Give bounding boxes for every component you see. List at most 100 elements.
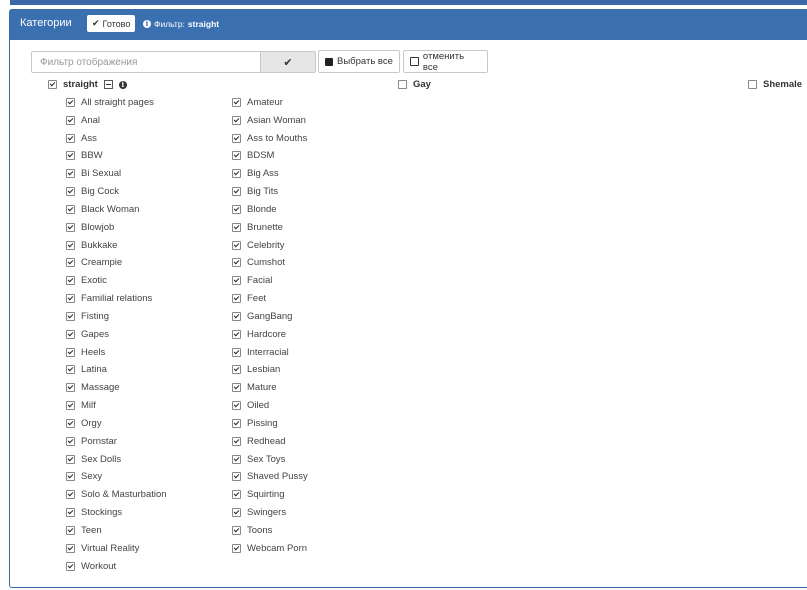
list-item[interactable]: Asian Woman	[232, 115, 306, 126]
item-checkbox[interactable]	[66, 525, 75, 535]
item-checkbox[interactable]	[232, 98, 241, 107]
item-checkbox[interactable]	[66, 454, 75, 464]
item-checkbox[interactable]	[232, 454, 241, 464]
list-item[interactable]: Swingers	[232, 507, 286, 518]
group-checkbox-straight[interactable]	[48, 80, 57, 89]
list-item[interactable]: Bukkake	[66, 240, 117, 251]
list-item[interactable]: Celebrity	[232, 240, 285, 251]
item-checkbox[interactable]	[66, 187, 75, 197]
list-item[interactable]: Lesbian	[232, 364, 280, 375]
item-checkbox[interactable]	[66, 383, 75, 393]
list-item[interactable]: Ass to Mouths	[232, 133, 307, 144]
filter-input[interactable]	[31, 51, 261, 73]
item-checkbox[interactable]	[232, 169, 241, 179]
item-checkbox[interactable]	[66, 508, 75, 518]
list-item[interactable]: Teen	[66, 525, 102, 536]
list-item[interactable]: Massage	[66, 382, 120, 393]
item-checkbox[interactable]	[232, 490, 241, 500]
item-checkbox[interactable]	[232, 543, 241, 553]
list-item[interactable]: BBW	[66, 150, 103, 161]
list-item[interactable]: Squirting	[232, 489, 285, 500]
list-item[interactable]: Pissing	[232, 418, 278, 429]
item-checkbox[interactable]	[66, 133, 75, 143]
item-checkbox[interactable]	[232, 508, 241, 518]
item-checkbox[interactable]	[66, 294, 75, 304]
list-item[interactable]: Milf	[66, 400, 96, 411]
item-checkbox[interactable]	[232, 258, 241, 268]
list-item[interactable]: Virtual Reality	[66, 543, 139, 554]
list-item[interactable]: BDSM	[232, 150, 274, 161]
list-item[interactable]: Ass	[66, 133, 97, 144]
item-checkbox[interactable]	[66, 347, 75, 357]
item-checkbox[interactable]	[66, 169, 75, 179]
item-checkbox[interactable]	[232, 222, 241, 232]
collapse-icon[interactable]	[103, 80, 113, 89]
item-checkbox[interactable]	[66, 222, 75, 232]
item-checkbox[interactable]	[232, 472, 241, 482]
item-checkbox[interactable]	[66, 543, 75, 553]
item-checkbox[interactable]	[66, 240, 75, 250]
list-item[interactable]: Shaved Pussy	[232, 471, 308, 482]
item-checkbox[interactable]	[232, 401, 241, 411]
item-checkbox[interactable]	[66, 98, 75, 107]
item-checkbox[interactable]	[66, 418, 75, 428]
list-item[interactable]: GangBang	[232, 311, 292, 322]
group-checkbox-shemale[interactable]	[748, 80, 757, 89]
list-item[interactable]: Redhead	[232, 436, 286, 447]
item-checkbox[interactable]	[66, 151, 75, 161]
list-item[interactable]: Bi Sexual	[66, 168, 121, 179]
item-checkbox[interactable]	[66, 258, 75, 268]
item-checkbox[interactable]	[66, 329, 75, 339]
list-item[interactable]: Heels	[66, 347, 105, 358]
list-item[interactable]: All straight pages	[66, 97, 154, 108]
item-checkbox[interactable]	[66, 204, 75, 214]
item-checkbox[interactable]	[232, 365, 241, 375]
item-checkbox[interactable]	[232, 311, 241, 321]
list-item[interactable]: Exotic	[66, 275, 107, 286]
list-item[interactable]: Sex Dolls	[66, 454, 121, 465]
list-item[interactable]: Sex Toys	[232, 454, 285, 465]
item-checkbox[interactable]	[232, 240, 241, 250]
item-checkbox[interactable]	[66, 472, 75, 482]
list-item[interactable]: Brunette	[232, 222, 283, 233]
item-checkbox[interactable]	[232, 204, 241, 214]
item-checkbox[interactable]	[232, 187, 241, 197]
list-item[interactable]: Cumshot	[232, 257, 285, 268]
list-item[interactable]: Workout	[66, 561, 116, 572]
list-item[interactable]: Pornstar	[66, 436, 117, 447]
item-checkbox[interactable]	[232, 276, 241, 286]
list-item[interactable]: Latina	[66, 364, 107, 375]
list-item[interactable]: Gapes	[66, 329, 109, 340]
item-checkbox[interactable]	[66, 401, 75, 411]
list-item[interactable]: Big Ass	[232, 168, 279, 179]
list-item[interactable]: Black Woman	[66, 204, 139, 215]
item-checkbox[interactable]	[232, 133, 241, 143]
item-checkbox[interactable]	[232, 115, 241, 125]
item-checkbox[interactable]	[66, 490, 75, 500]
item-checkbox[interactable]	[66, 561, 75, 571]
list-item[interactable]: Facial	[232, 275, 272, 286]
list-item[interactable]: Blowjob	[66, 222, 114, 233]
item-checkbox[interactable]	[66, 311, 75, 321]
item-checkbox[interactable]	[66, 365, 75, 375]
list-item[interactable]: Orgy	[66, 418, 102, 429]
list-item[interactable]: Anal	[66, 115, 100, 126]
list-item[interactable]: Big Cock	[66, 186, 119, 197]
list-item[interactable]: Amateur	[232, 97, 283, 108]
info-icon[interactable]: i	[118, 80, 127, 89]
list-item[interactable]: Big Tits	[232, 186, 278, 197]
list-item[interactable]: Stockings	[66, 507, 122, 518]
apply-filter-button[interactable]: ✔	[260, 51, 316, 73]
list-item[interactable]: Mature	[232, 382, 277, 393]
item-checkbox[interactable]	[232, 436, 241, 446]
group-checkbox-gay[interactable]	[398, 80, 407, 89]
item-checkbox[interactable]	[232, 329, 241, 339]
deselect-all-button[interactable]: отменить все	[403, 50, 488, 73]
list-item[interactable]: Toons	[232, 525, 272, 536]
list-item[interactable]: Webcam Porn	[232, 543, 307, 554]
item-checkbox[interactable]	[232, 525, 241, 535]
item-checkbox[interactable]	[232, 418, 241, 428]
list-item[interactable]: Solo & Masturbation	[66, 489, 167, 500]
item-checkbox[interactable]	[66, 115, 75, 125]
list-item[interactable]: Interracial	[232, 347, 289, 358]
